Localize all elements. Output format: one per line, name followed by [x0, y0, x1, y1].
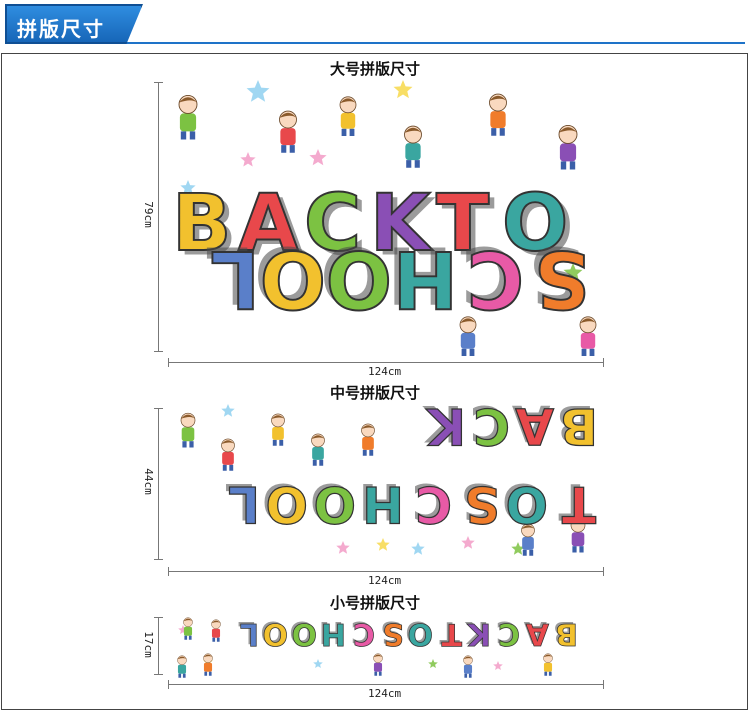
star-icon	[393, 80, 413, 99]
letter-glyph: L	[240, 616, 259, 651]
width-dimension-medium	[168, 567, 604, 576]
star-icon	[309, 149, 327, 166]
letter-glyph: O	[291, 616, 317, 651]
letter-glyph: S	[464, 475, 500, 533]
kid-figure-icon	[373, 653, 383, 676]
kid-figure-icon	[339, 96, 357, 136]
kid-figure-icon	[178, 94, 198, 140]
letter-glyph: O	[313, 475, 356, 533]
letter-glyph: C	[473, 403, 510, 455]
kid-figure-icon	[463, 655, 473, 678]
letter-glyph: O	[505, 475, 548, 533]
letter-glyph: T	[562, 475, 596, 533]
kid-figure-icon	[177, 655, 187, 678]
kid-figure-icon	[211, 619, 221, 642]
letter-glyph: A	[525, 616, 549, 651]
section-title-small: 小号拼版尺寸	[330, 594, 421, 612]
letter-glyph: O	[262, 616, 288, 651]
kid-figure-icon	[183, 617, 193, 640]
width-label-medium: 124cm	[366, 574, 404, 587]
kid-figure-icon	[404, 125, 422, 168]
letter-glyph: C	[353, 616, 375, 651]
artwork-small: BBAACCKKTTOOSSCCHHOOOOLL	[168, 612, 604, 678]
letter-glyph: S	[382, 616, 404, 651]
letter-glyph: L	[228, 475, 260, 533]
kid-figure-icon	[271, 413, 285, 446]
height-dimension-large	[154, 82, 163, 352]
star-icon	[461, 536, 475, 549]
width-dimension-large	[168, 358, 604, 367]
star-icon	[246, 80, 270, 102]
kid-figure-icon	[311, 433, 325, 466]
letter-glyph: S	[534, 233, 590, 323]
star-icon	[428, 659, 438, 668]
letter-glyph: L	[210, 233, 260, 323]
page-title: 拼版尺寸	[5, 4, 143, 44]
height-label-medium: 44cm	[141, 466, 155, 497]
letter-glyph: B	[555, 616, 578, 651]
letter-glyph: K	[466, 616, 491, 651]
height-label-large: 79cm	[141, 199, 155, 230]
letter-glyph: C	[467, 233, 524, 323]
height-dimension-medium	[154, 408, 163, 560]
page-header: 拼版尺寸	[0, 0, 750, 50]
height-label-small: 17cm	[141, 629, 155, 660]
kid-figure-icon	[180, 412, 196, 448]
letter-glyph: C	[415, 475, 452, 533]
letter-glyph: H	[362, 475, 404, 533]
star-icon	[376, 538, 390, 551]
kid-figure-icon	[543, 653, 553, 676]
letter-glyph: C	[498, 616, 520, 651]
star-icon	[313, 659, 323, 668]
kid-figure-icon	[203, 653, 213, 676]
width-dimension-small	[168, 680, 604, 689]
width-label-small: 124cm	[366, 687, 404, 700]
kid-figure-icon	[279, 110, 297, 153]
height-dimension-small	[154, 617, 163, 675]
letter-glyph: H	[393, 233, 458, 323]
letter-glyph: B	[560, 403, 598, 455]
star-icon	[240, 152, 256, 167]
artwork-medium: BBAACCKK TTOOSSCCHHOOOOLL	[168, 403, 604, 565]
header-bar: 拼版尺寸	[5, 4, 745, 44]
star-icon	[411, 542, 425, 555]
kid-figure-icon	[361, 423, 375, 456]
artwork-large: BBAACCKKTTOO SSCCHHOOOOLL	[168, 78, 604, 356]
letter-glyph: K	[425, 403, 466, 455]
kid-figure-icon	[558, 124, 578, 170]
letter-glyph: O	[260, 233, 326, 323]
width-label-large: 124cm	[366, 365, 404, 378]
section-title-large: 大号拼版尺寸	[330, 60, 421, 78]
letter-glyph: H	[321, 616, 346, 651]
letter-glyph: O	[265, 475, 308, 533]
letter-glyph: T	[441, 616, 462, 651]
letter-glyph: O	[326, 233, 392, 323]
letter-glyph: O	[407, 616, 433, 651]
star-icon	[221, 404, 235, 417]
letter-glyph: A	[515, 403, 554, 455]
kid-figure-icon	[489, 93, 507, 136]
kid-figure-icon	[221, 438, 235, 471]
star-icon	[493, 661, 503, 670]
section-title-medium: 中号拼版尺寸	[330, 384, 421, 402]
star-icon	[336, 541, 350, 554]
